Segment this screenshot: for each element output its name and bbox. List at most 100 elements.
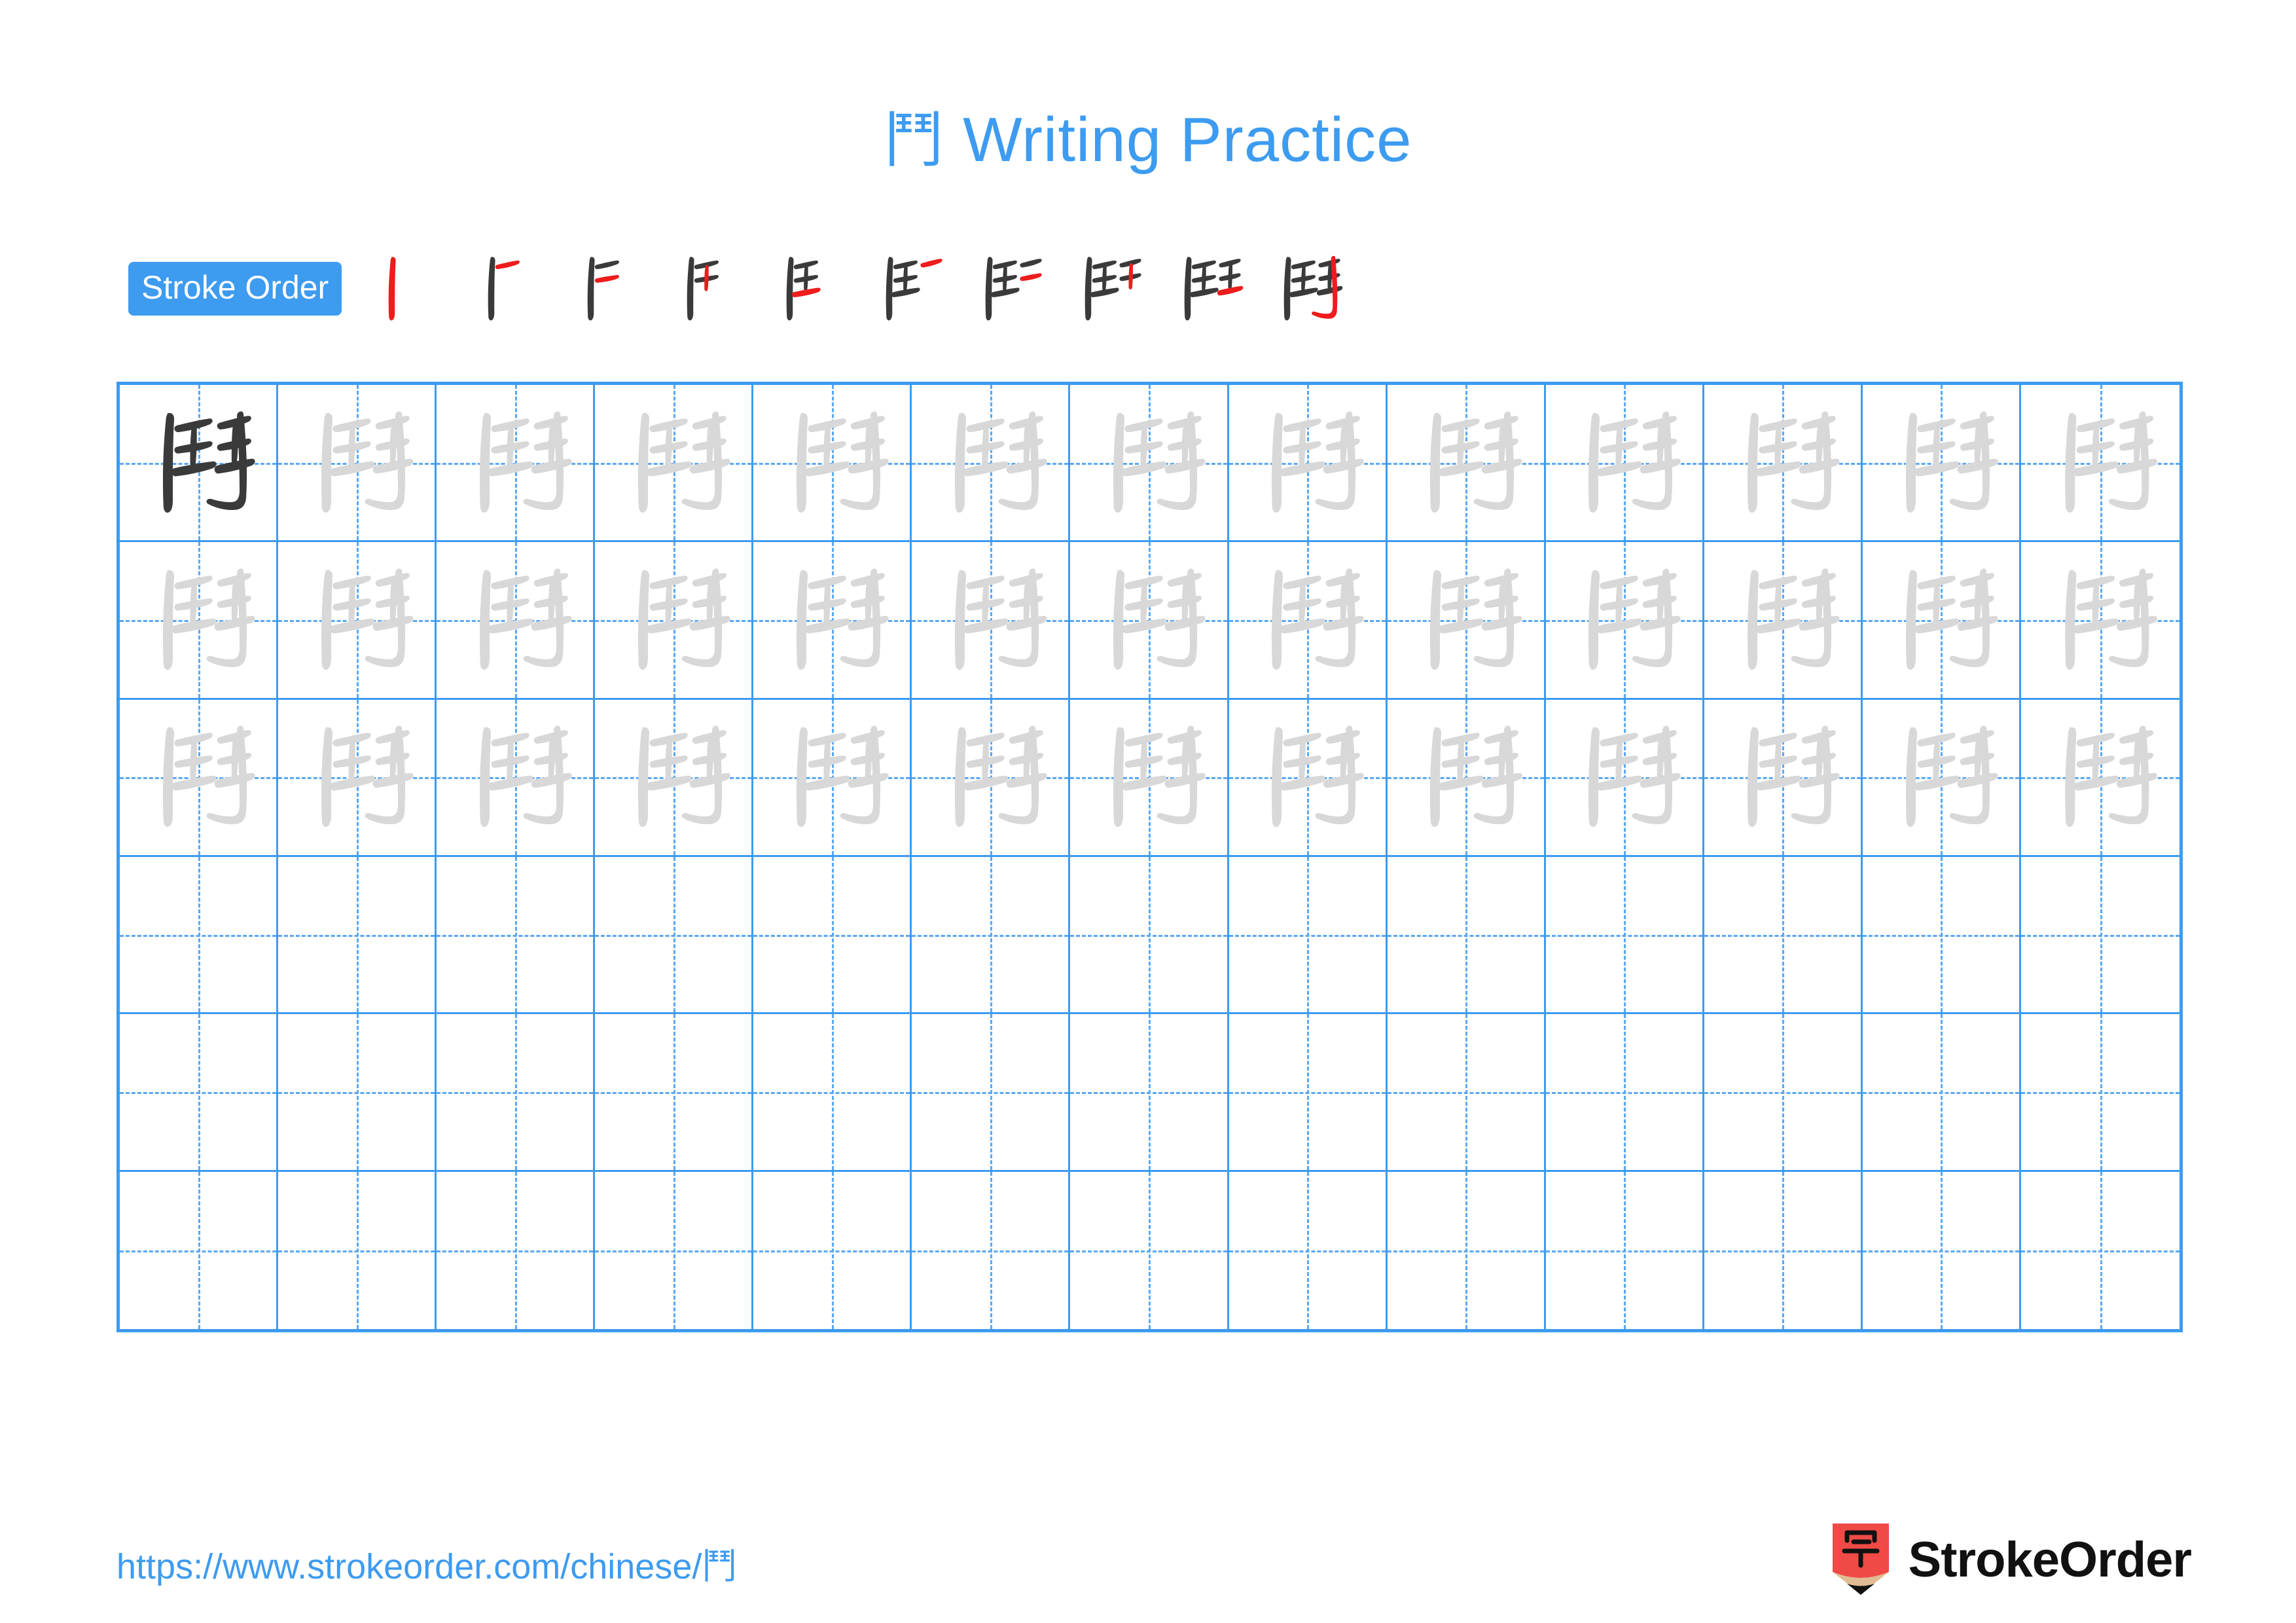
grid-cell-empty[interactable]: [1862, 1014, 2021, 1172]
grid-cell-trace[interactable]: [2020, 699, 2179, 857]
grid-cell-empty[interactable]: [2020, 1014, 2179, 1172]
grid-cell-empty[interactable]: [2020, 856, 2179, 1015]
grid-cell-empty[interactable]: [278, 856, 437, 1015]
grid-cell-trace[interactable]: [1545, 385, 1704, 543]
grid-cell-empty[interactable]: [753, 856, 912, 1015]
grid-cell-trace[interactable]: [1862, 699, 2021, 857]
grid-cell-empty[interactable]: [120, 856, 279, 1015]
grid-cell-trace[interactable]: [437, 542, 596, 700]
grid-cell-trace[interactable]: [1070, 699, 1229, 857]
trace-character: [278, 542, 435, 697]
grid-cell-empty[interactable]: [437, 856, 596, 1015]
grid-cell-empty[interactable]: [1704, 856, 1863, 1015]
trace-character: [595, 385, 751, 540]
stroke-step-7: [958, 246, 1058, 331]
grid-cell-trace[interactable]: [278, 542, 437, 700]
trace-character: [1863, 542, 2019, 697]
grid-cell-trace[interactable]: [1387, 542, 1546, 700]
grid-cell-trace[interactable]: [1545, 699, 1704, 857]
grid-cell-empty[interactable]: [912, 856, 1071, 1015]
stroke-order-steps: [361, 246, 1356, 331]
footer-url-prefix: https://www.strokeorder.com/chinese/: [117, 1547, 702, 1586]
grid-cell-trace[interactable]: [120, 699, 279, 857]
stroke-order-label: Stroke Order: [128, 262, 342, 316]
grid-cell-empty[interactable]: [595, 856, 754, 1015]
stroke-step-8: [1058, 246, 1157, 331]
grid-cell-empty[interactable]: [120, 1014, 279, 1172]
grid-cell-empty[interactable]: [912, 1171, 1071, 1329]
grid-cell-empty[interactable]: [1229, 856, 1388, 1015]
trace-character: [595, 542, 751, 697]
trace-character: [912, 700, 1068, 855]
page-title: 鬥 Writing Practice: [0, 92, 2296, 179]
grid-cell-empty[interactable]: [1387, 1171, 1546, 1329]
grid-cell-model[interactable]: [120, 385, 279, 543]
trace-character: [753, 700, 910, 855]
grid-cell-empty[interactable]: [2020, 1171, 2179, 1329]
grid-cell-trace[interactable]: [1862, 542, 2021, 700]
grid-cell-trace[interactable]: [753, 385, 912, 543]
grid-cell-trace[interactable]: [595, 385, 754, 543]
grid-cell-trace[interactable]: [1387, 385, 1546, 543]
grid-cell-trace[interactable]: [912, 385, 1071, 543]
grid-cell-empty[interactable]: [1545, 1014, 1704, 1172]
grid-cell-empty[interactable]: [595, 1014, 754, 1172]
grid-cell-empty[interactable]: [278, 1171, 437, 1329]
grid-cell-trace[interactable]: [1070, 385, 1229, 543]
grid-cell-trace[interactable]: [753, 699, 912, 857]
trace-character: [1704, 385, 1861, 540]
grid-cell-empty[interactable]: [1070, 1171, 1229, 1329]
grid-cell-trace[interactable]: [437, 385, 596, 543]
grid-cell-trace[interactable]: [1070, 542, 1229, 700]
grid-cell-empty[interactable]: [1229, 1171, 1388, 1329]
grid-cell-trace[interactable]: [2020, 385, 2179, 543]
grid-cell-trace[interactable]: [912, 699, 1071, 857]
trace-character: [1229, 385, 1386, 540]
grid-cell-trace[interactable]: [1229, 699, 1388, 857]
grid-cell-empty[interactable]: [595, 1171, 754, 1329]
grid-cell-empty[interactable]: [1862, 856, 2021, 1015]
grid-cell-trace[interactable]: [2020, 542, 2179, 700]
grid-cell-trace[interactable]: [1704, 699, 1863, 857]
grid-cell-trace[interactable]: [595, 699, 754, 857]
trace-character: [1229, 542, 1386, 697]
trace-character: [1863, 700, 2019, 855]
grid-cell-empty[interactable]: [1545, 1171, 1704, 1329]
stroke-step-10: [1257, 246, 1356, 331]
grid-cell-empty[interactable]: [437, 1171, 596, 1329]
grid-cell-empty[interactable]: [1704, 1014, 1863, 1172]
grid-cell-empty[interactable]: [278, 1014, 437, 1172]
trace-character: [1229, 700, 1386, 855]
grid-cell-empty[interactable]: [753, 1171, 912, 1329]
grid-cell-empty[interactable]: [1070, 1014, 1229, 1172]
grid-cell-empty[interactable]: [753, 1014, 912, 1172]
grid-cell-empty[interactable]: [120, 1171, 279, 1329]
grid-cell-empty[interactable]: [1070, 856, 1229, 1015]
grid-cell-trace[interactable]: [753, 542, 912, 700]
grid-cell-empty[interactable]: [1229, 1014, 1388, 1172]
grid-cell-empty[interactable]: [437, 1014, 596, 1172]
grid-cell-empty[interactable]: [1704, 1171, 1863, 1329]
grid-cell-empty[interactable]: [1545, 856, 1704, 1015]
grid-cell-trace[interactable]: [1862, 385, 2021, 543]
grid-cell-empty[interactable]: [1387, 856, 1546, 1015]
grid-cell-trace[interactable]: [120, 542, 279, 700]
grid-cell-trace[interactable]: [595, 542, 754, 700]
grid-cell-empty[interactable]: [912, 1014, 1071, 1172]
grid-cell-trace[interactable]: [278, 385, 437, 543]
trace-character: [437, 700, 593, 855]
grid-cell-trace[interactable]: [912, 542, 1071, 700]
grid-cell-empty[interactable]: [1387, 1014, 1546, 1172]
grid-cell-trace[interactable]: [1387, 699, 1546, 857]
grid-cell-trace[interactable]: [1229, 542, 1388, 700]
trace-character: [1070, 542, 1227, 697]
grid-cell-trace[interactable]: [437, 699, 596, 857]
trace-character: [753, 542, 910, 697]
grid-cell-trace[interactable]: [1545, 542, 1704, 700]
grid-cell-trace[interactable]: [278, 699, 437, 857]
grid-cell-empty[interactable]: [1862, 1171, 2021, 1329]
footer-url[interactable]: https://www.strokeorder.com/chinese/鬥: [117, 1537, 737, 1589]
grid-cell-trace[interactable]: [1704, 542, 1863, 700]
grid-cell-trace[interactable]: [1704, 385, 1863, 543]
grid-cell-trace[interactable]: [1229, 385, 1388, 543]
